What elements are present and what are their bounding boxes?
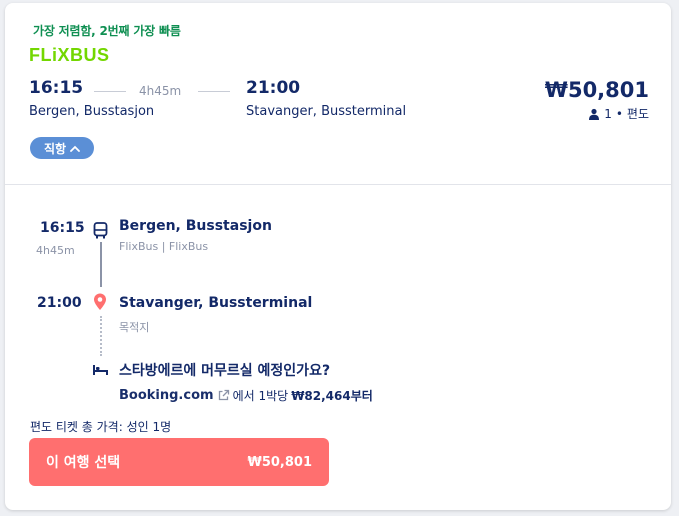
- bus-icon: [93, 222, 108, 239]
- direct-toggle-button[interactable]: 직항: [30, 137, 94, 159]
- destination-label: 목적지: [119, 321, 150, 334]
- chevron-up-icon: [70, 145, 80, 152]
- timeline-operator: FlixBus | FlixBus: [119, 240, 209, 253]
- hotel-question: 스타방에르에 머무르실 예정인가요?: [119, 363, 331, 379]
- price: ₩50,801: [544, 78, 649, 102]
- trip-type: 편도: [626, 107, 649, 121]
- timeline-arrive-time: 21:00: [37, 295, 82, 311]
- timeline-duration: 4h45m: [36, 244, 75, 257]
- select-trip-price: ₩50,801: [247, 454, 312, 470]
- location-pin-icon: [94, 293, 106, 310]
- booking-offer[interactable]: Booking.com 에서 1박당 ₩82,464부터: [119, 387, 373, 404]
- timeline-solid-line: [100, 242, 102, 287]
- duration-line-left: [94, 91, 126, 92]
- passenger-info: 1 • 편도: [588, 105, 649, 122]
- depart-time: 16:15: [29, 78, 84, 98]
- person-icon: [589, 108, 600, 120]
- select-trip-button[interactable]: 이 여행 선택 ₩50,801: [29, 438, 329, 486]
- passenger-count: 1: [604, 106, 612, 121]
- best-badge: 가장 저렴함, 2번째 가장 빠름: [33, 24, 181, 38]
- offer-text: 에서 1박당: [232, 389, 289, 403]
- duration: 4h45m: [139, 84, 182, 98]
- bed-icon: [93, 365, 108, 375]
- timeline-depart-stop: Bergen, Busstasjon: [119, 218, 272, 234]
- depart-place: Bergen, Busstasjon: [29, 104, 155, 119]
- offer-price: ₩82,464부터: [291, 389, 373, 403]
- timeline-arrive-stop: Stavanger, Bussterminal: [119, 295, 313, 311]
- timeline-depart-time: 16:15: [40, 220, 85, 236]
- arrive-time: 21:00: [246, 78, 301, 98]
- flixbus-logo: FLiXBUS: [29, 45, 110, 65]
- total-price-label: 편도 티켓 총 가격: 성인 1명: [30, 420, 172, 434]
- section-divider: [5, 184, 671, 185]
- trip-card[interactable]: 가장 저렴함, 2번째 가장 빠름 FLiXBUS 16:15 Bergen, …: [5, 3, 671, 510]
- arrive-place: Stavanger, Bussterminal: [246, 104, 407, 119]
- direct-toggle-label: 직항: [43, 141, 67, 156]
- select-trip-label: 이 여행 선택: [46, 455, 121, 471]
- booking-com-link[interactable]: Booking.com: [119, 388, 214, 403]
- external-link-icon[interactable]: [217, 389, 230, 402]
- dot-separator: •: [615, 106, 623, 121]
- duration-line-right: [198, 91, 230, 92]
- timeline-dotted-line: [100, 316, 102, 356]
